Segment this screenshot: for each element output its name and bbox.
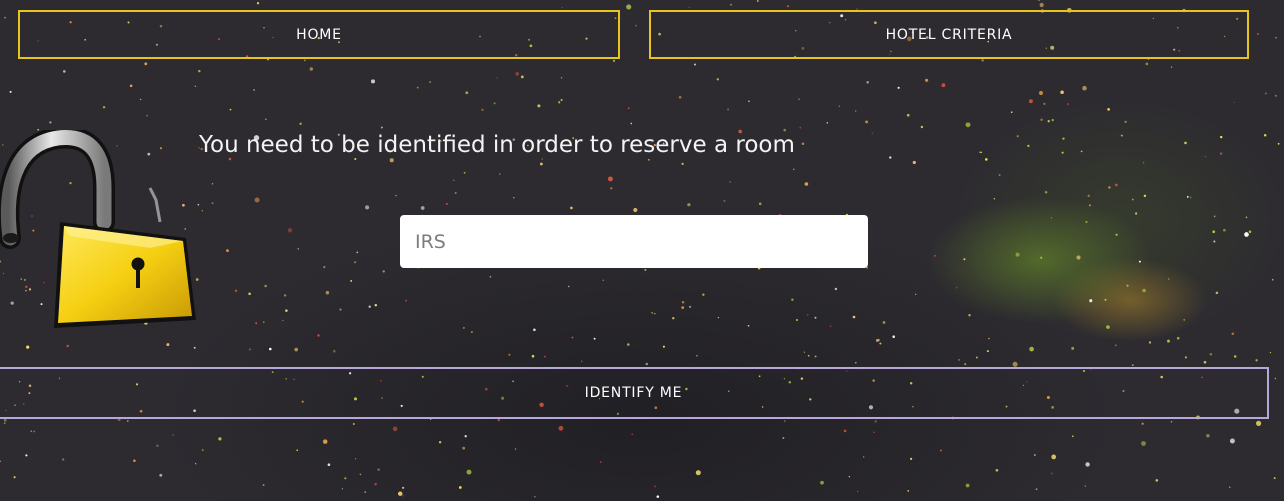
irs-id-input[interactable] [400,215,868,268]
identification-required-message: You need to be identified in order to re… [199,132,795,158]
hotel-criteria-nav-label: HOTEL CRITERIA [885,26,1013,43]
hotel-criteria-nav-button[interactable]: HOTEL CRITERIA [649,10,1249,59]
home-nav-button[interactable]: HOME [18,10,620,59]
identify-me-button[interactable]: IDENTIFY ME [0,367,1269,419]
identify-me-label: IDENTIFY ME [584,385,683,401]
unlocked-padlock-icon [0,130,196,328]
home-nav-label: HOME [296,26,342,43]
